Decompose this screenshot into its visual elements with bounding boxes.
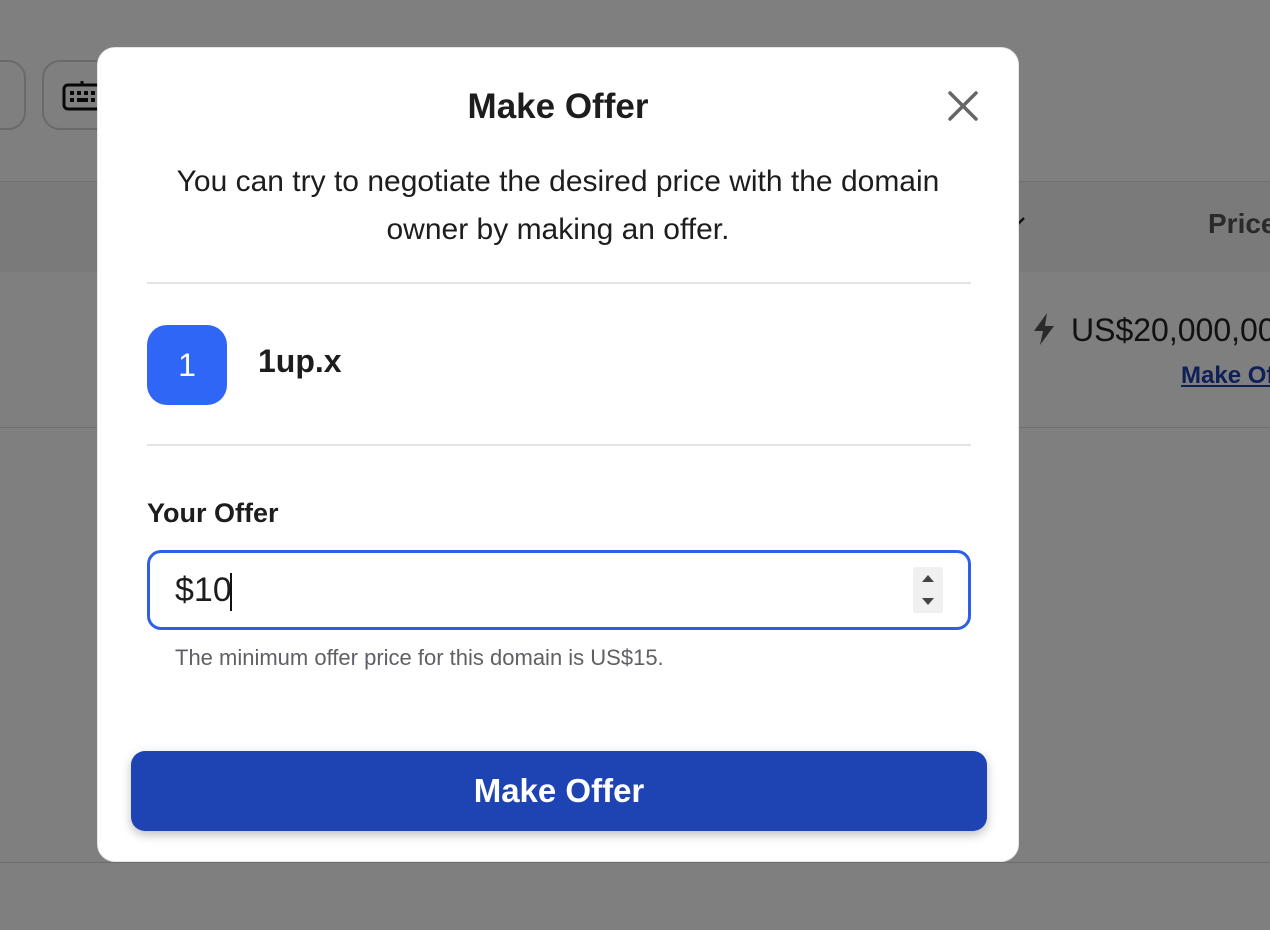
offer-label: Your Offer — [147, 498, 279, 528]
stepper-up-button[interactable] — [913, 567, 943, 590]
make-offer-modal: Make Offer You can try to negotiate the … — [97, 47, 1019, 862]
divider — [147, 444, 971, 446]
domain-name: 1up.x — [258, 343, 342, 379]
offer-input[interactable] — [175, 567, 875, 613]
modal-description: You can try to negotiate the desired pri… — [176, 165, 940, 246]
make-offer-button[interactable]: Make Offer — [131, 751, 987, 831]
caret-down-icon — [922, 598, 934, 605]
offer-stepper[interactable] — [913, 567, 943, 613]
offer-input-container[interactable] — [147, 550, 971, 630]
modal-title: Make Offer — [467, 87, 649, 126]
stepper-down-button[interactable] — [913, 590, 943, 613]
minimum-offer-hint: The minimum offer price for this domain … — [175, 645, 664, 670]
close-icon — [948, 91, 978, 121]
caret-up-icon — [922, 575, 934, 582]
text-caret — [230, 573, 232, 611]
domain-avatar: 1 — [147, 325, 227, 405]
divider — [147, 282, 971, 284]
close-button[interactable] — [943, 86, 983, 126]
